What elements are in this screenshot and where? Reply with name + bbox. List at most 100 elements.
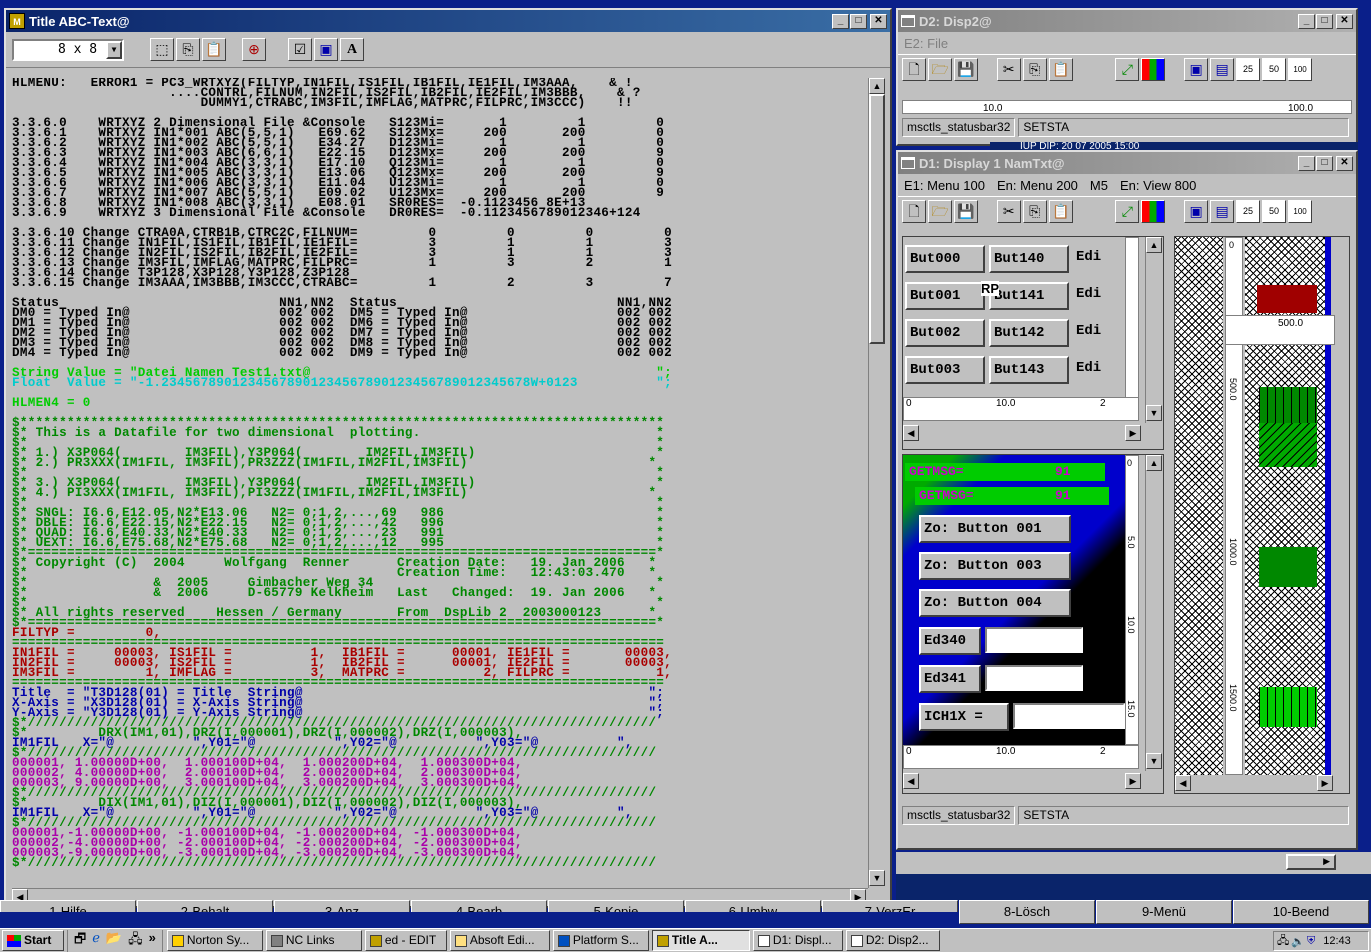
paste-icon[interactable]: 📋 [1048, 58, 1073, 81]
zo-button-001[interactable]: Zo: Button 001 [919, 515, 1071, 543]
zo-button-003[interactable]: Zo: Button 003 [919, 552, 1071, 580]
function-key-6[interactable]: 6-Umbw [685, 900, 821, 912]
plot-hscroll[interactable]: ◀ ▶ [1175, 775, 1335, 793]
scroll-left-arrow[interactable]: ◀ [903, 773, 919, 789]
taskbar-item[interactable]: NC Links [265, 930, 362, 951]
grid-button-edi[interactable]: Edi [1073, 245, 1121, 273]
chevron-right-icon[interactable]: » [149, 930, 156, 952]
zoom-25-icon[interactable]: 25 [1236, 58, 1261, 81]
taskbar-item[interactable]: D2: Disp2... [845, 930, 940, 951]
scroll-up-arrow[interactable]: ▲ [1146, 455, 1162, 471]
view-icon[interactable]: ▣ [1184, 58, 1209, 81]
tile-icon[interactable]: ▤ [1210, 200, 1235, 223]
function-key-3[interactable]: 3-Anz [274, 900, 410, 912]
scroll-right-arrow[interactable]: ▶ [1125, 773, 1141, 789]
d1-menu-2[interactable]: M5 [1090, 178, 1108, 193]
d1-minimize-button[interactable]: _ [1298, 155, 1315, 171]
grid-hscroll[interactable]: ◀ ▶ [903, 425, 1145, 443]
tray-volume-icon[interactable]: 🔈 [1291, 935, 1305, 948]
scroll-down-arrow[interactable]: ▼ [1146, 405, 1162, 421]
properties-icon[interactable]: ☑ [288, 38, 312, 61]
grid-button-but142[interactable]: But142 [989, 319, 1069, 347]
tray-network-icon[interactable]: 🖧 [1277, 932, 1289, 951]
ich1x-input[interactable] [1013, 703, 1125, 729]
scroll-down-arrow[interactable]: ▼ [1146, 753, 1162, 769]
d2-titlebar[interactable]: D2: Disp2@ _ □ ✕ [898, 10, 1356, 32]
tile-icon[interactable]: ▤ [1210, 58, 1235, 81]
main-titlebar[interactable]: M Title ABC-Text@ _ □ ✕ [6, 10, 890, 32]
taskbar-item[interactable]: Absoft Edi... [449, 930, 550, 951]
close-button[interactable]: ✕ [870, 13, 887, 29]
d2-menu-file[interactable]: E2: File [904, 36, 948, 51]
function-key-1[interactable]: 1-Hilfe [0, 900, 136, 912]
scroll-thumb[interactable] [869, 94, 885, 344]
new-icon[interactable]: 🗋 [902, 200, 926, 223]
function-key-5[interactable]: 5-Kopie [548, 900, 684, 912]
zo-button-004[interactable]: Zo: Button 004 [919, 589, 1071, 617]
palette-icon[interactable] [1141, 200, 1166, 223]
scroll-up-arrow[interactable]: ▲ [1146, 237, 1162, 253]
d2-minimize-button[interactable]: _ [1298, 13, 1315, 29]
taskbar-item[interactable]: D1: Displ... [752, 930, 843, 951]
font-size-select[interactable]: 8 x 8 ▼ [12, 39, 124, 61]
minimize-button[interactable]: _ [832, 13, 849, 29]
grid-vscroll[interactable]: ▲ ▼ [1145, 237, 1163, 423]
paste-icon[interactable]: 📋 [1048, 200, 1073, 223]
chevron-down-icon[interactable]: ▼ [106, 41, 122, 59]
zoom-fit-icon[interactable]: ⊕ [242, 38, 266, 61]
vertical-scrollbar[interactable]: ▲ ▼ [868, 78, 886, 888]
save-icon[interactable]: 💾 [954, 58, 978, 81]
grid-button-but141[interactable]: But141 [989, 282, 1069, 310]
view-icon[interactable]: ▣ [1184, 200, 1209, 223]
copy-icon[interactable]: ⎘ [176, 38, 200, 61]
scroll-right-arrow[interactable]: ▶ [1317, 775, 1333, 791]
lower-strip-scroll[interactable]: ▶ [1286, 854, 1336, 870]
function-key-8[interactable]: 8-Lösch [959, 900, 1095, 924]
save-icon[interactable]: 💾 [954, 200, 978, 223]
copy-icon[interactable]: ⎘ [1022, 58, 1047, 81]
start-button[interactable]: Start [2, 930, 64, 951]
network-icon[interactable]: 🖧 [128, 930, 143, 952]
palette-icon[interactable] [1141, 58, 1166, 81]
function-key-10[interactable]: 10-Beend [1233, 900, 1369, 924]
grid-button-but000[interactable]: But000 [905, 245, 985, 273]
ie-icon[interactable]: ℯ [92, 930, 100, 952]
scroll-right-arrow[interactable]: ▶ [1125, 425, 1141, 441]
grid-button-but002[interactable]: But002 [905, 319, 985, 347]
d1-menu-3[interactable]: En: View 800 [1120, 178, 1196, 193]
new-icon[interactable]: 🗋 [902, 58, 926, 81]
zoom-50-icon[interactable]: 50 [1262, 200, 1287, 223]
d1-close-button[interactable]: ✕ [1336, 155, 1353, 171]
grid-button-but001[interactable]: But001 [905, 282, 985, 310]
open-icon[interactable]: 🗁 [928, 200, 952, 223]
font-button[interactable]: A [340, 38, 364, 61]
text-document[interactable]: HLMENU: ERROR1 = PC3_WRTXYZ(FILTYP,IN1FI… [12, 78, 860, 886]
grid-button-edi[interactable]: Edi [1073, 356, 1121, 384]
open-icon[interactable]: 🗁 [928, 58, 952, 81]
ed340-input[interactable] [985, 627, 1083, 653]
taskbar-item[interactable]: Title A... [651, 930, 750, 951]
taskbar-item[interactable]: ed - EDIT [364, 930, 447, 951]
function-key-7[interactable]: 7-VerzEr [822, 900, 958, 912]
scroll-left-arrow[interactable]: ◀ [1175, 775, 1191, 791]
controls-vscroll[interactable]: ▲ ▼ [1145, 455, 1163, 771]
zoom-100-icon[interactable]: 100 [1288, 200, 1313, 223]
cut-icon[interactable]: ✂ [996, 58, 1021, 81]
scroll-down-arrow[interactable]: ▼ [869, 870, 885, 886]
paste-icon[interactable]: 📋 [202, 38, 226, 61]
d1-maximize-button[interactable]: □ [1316, 155, 1333, 171]
d1-menu-0[interactable]: E1: Menu 100 [904, 178, 985, 193]
taskbar-item[interactable]: Norton Sy... [166, 930, 263, 951]
tray-shield-icon[interactable]: ⛨ [1307, 935, 1315, 948]
window-icon[interactable]: ▣ [314, 38, 338, 61]
fit-icon[interactable]: ⤢ [1115, 58, 1140, 81]
select-icon[interactable]: ⬚ [150, 38, 174, 61]
maximize-button[interactable]: □ [850, 13, 867, 29]
d1-titlebar[interactable]: D1: Display 1 NamTxt@ _ □ ✕ [898, 152, 1356, 174]
d2-maximize-button[interactable]: □ [1316, 13, 1333, 29]
zoom-25-icon[interactable]: 25 [1236, 200, 1261, 223]
controls-hscroll[interactable]: ◀ ▶ [903, 773, 1145, 791]
cut-icon[interactable]: ✂ [996, 200, 1021, 223]
grid-button-edi[interactable]: Edi [1073, 282, 1121, 310]
grid-button-edi[interactable]: Edi [1073, 319, 1121, 347]
